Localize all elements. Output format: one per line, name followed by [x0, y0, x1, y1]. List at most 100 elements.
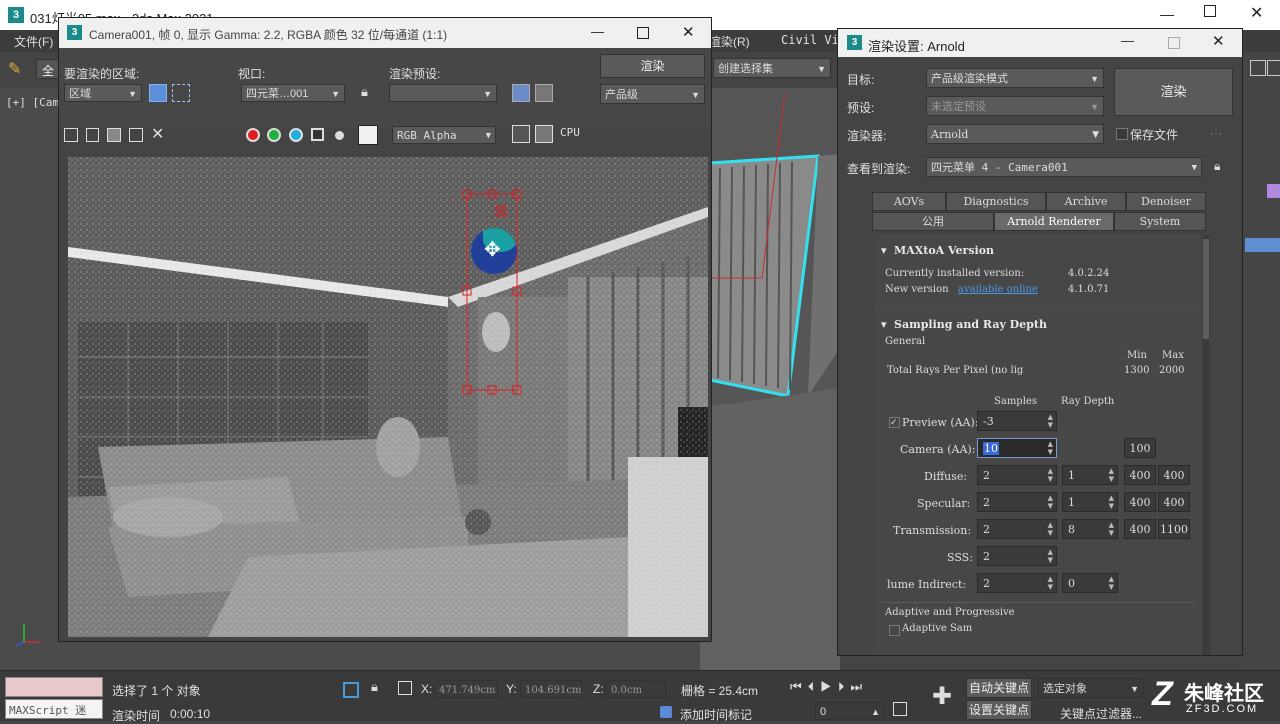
- add-time-tag[interactable]: 添加时间标记: [680, 706, 752, 723]
- edit-region-icon[interactable]: [149, 84, 167, 102]
- environment-icon[interactable]: [535, 84, 553, 102]
- panel-icon-modify[interactable]: [1267, 60, 1280, 76]
- alpha-channel-icon[interactable]: [311, 128, 324, 141]
- tab-aovs[interactable]: AOVs: [872, 192, 946, 211]
- preview-aa-samples[interactable]: -3 ▲ ▼: [977, 411, 1057, 431]
- lock-viewport-icon[interactable]: 🔒︎: [361, 84, 368, 100]
- display-channel-dropdown[interactable]: RGB Alpha ▼: [392, 126, 496, 144]
- diffuse-ray-depth[interactable]: 1 ▲ ▼: [1062, 465, 1118, 485]
- tab-system[interactable]: System: [1114, 212, 1206, 231]
- viewport-label[interactable]: [+] [Came: [6, 96, 66, 109]
- region-move-handle-icon[interactable]: ✥: [471, 228, 517, 274]
- minimize-icon[interactable]: —: [1160, 6, 1174, 22]
- view-to-render-dropdown[interactable]: 四元菜单 4 - Camera001 ▼: [926, 157, 1202, 177]
- menu-file[interactable]: 文件(F): [14, 33, 53, 50]
- frame-minimize-icon[interactable]: —: [591, 24, 604, 39]
- maxtoa-rollout-toggle[interactable]: ▾: [881, 244, 887, 257]
- available-online-link[interactable]: available online: [958, 284, 1038, 295]
- clone-frame-icon[interactable]: [107, 128, 121, 142]
- tab-denoiser[interactable]: Denoiser: [1126, 192, 1206, 211]
- frame-maximize-icon[interactable]: [637, 27, 649, 39]
- transmission-samples[interactable]: 2 ▲ ▼: [977, 519, 1057, 539]
- target-dropdown[interactable]: 产品级渲染模式 ▼: [926, 68, 1104, 88]
- tab-diagnostics[interactable]: Diagnostics: [946, 192, 1046, 211]
- frame-close-icon[interactable]: ✕: [682, 23, 695, 41]
- render-button[interactable]: 渲染: [1114, 68, 1233, 116]
- x-coord-field[interactable]: 471.749cm: [434, 680, 498, 698]
- maximize-icon[interactable]: [1204, 5, 1216, 17]
- panel-color-swatch[interactable]: [1267, 184, 1280, 198]
- tab-common[interactable]: 公用: [872, 212, 994, 231]
- menu-render[interactable]: 渲染(R): [709, 33, 750, 50]
- monochrome-icon[interactable]: [335, 131, 344, 140]
- toggle-overlay-icon[interactable]: [535, 125, 553, 143]
- close-icon[interactable]: ✕: [1250, 3, 1263, 23]
- sampling-rollout-header[interactable]: Sampling and Ray Depth: [894, 318, 1047, 331]
- auto-key-button[interactable]: 自动关键点: [966, 678, 1032, 698]
- auto-region-icon[interactable]: [172, 84, 190, 102]
- toggle-ui-icon[interactable]: [512, 125, 530, 143]
- specular-samples[interactable]: 2 ▲ ▼: [977, 492, 1057, 512]
- diffuse-samples[interactable]: 2 ▲ ▼: [977, 465, 1057, 485]
- specular-ray-depth[interactable]: 1 ▲ ▼: [1062, 492, 1118, 512]
- volume-indirect-samples[interactable]: 2 ▲ ▼: [977, 573, 1057, 593]
- filter-dropdown[interactable]: 全: [36, 59, 60, 79]
- rendered-image[interactable]: ✥: [68, 157, 708, 637]
- settings-scrollbar[interactable]: [1202, 235, 1210, 655]
- viewport-select-dropdown[interactable]: 四元菜…001 ▼: [241, 84, 345, 102]
- rs-minimize-icon[interactable]: —: [1121, 33, 1134, 48]
- set-key-button[interactable]: 设置关键点: [966, 700, 1032, 720]
- renderer-dropdown[interactable]: Arnold ▼: [926, 124, 1104, 144]
- selection-lock-icon[interactable]: 🔒︎: [371, 679, 378, 695]
- red-channel-icon[interactable]: [246, 128, 260, 142]
- view-lock-icon[interactable]: 🔒︎: [1214, 159, 1220, 174]
- sampling-rollout-toggle[interactable]: ▾: [881, 318, 887, 331]
- selection-set-dropdown[interactable]: 创建选择集 ▼: [713, 58, 831, 78]
- blue-channel-icon[interactable]: [289, 128, 303, 142]
- adaptive-sampling-checkbox[interactable]: [889, 625, 900, 636]
- maxscript-mini-input[interactable]: MAXScript 迷: [5, 699, 103, 719]
- copy-image-icon[interactable]: [86, 128, 99, 142]
- isolate-selection-icon[interactable]: [343, 682, 359, 698]
- menu-civil-view[interactable]: Civil Vi: [781, 33, 839, 47]
- area-to-render-dropdown[interactable]: 区域 ▼: [64, 84, 142, 102]
- more-dots[interactable]: ···: [1210, 126, 1222, 140]
- time-config-icon[interactable]: ✚: [926, 681, 958, 713]
- go-to-end-icon[interactable]: ⏭: [850, 679, 868, 694]
- tab-archive[interactable]: Archive: [1046, 192, 1126, 211]
- render-setup-icon[interactable]: [512, 84, 530, 102]
- clear-image-icon[interactable]: ✕: [151, 124, 164, 144]
- camera-aa-samples[interactable]: 10 ▲ ▼: [977, 438, 1057, 458]
- transmission-ray-depth[interactable]: 8 ▲ ▼: [1062, 519, 1118, 539]
- render-preset-dropdown[interactable]: ▼: [389, 84, 497, 102]
- go-to-start-icon[interactable]: ⏮: [790, 679, 808, 694]
- preview-aa-checkbox[interactable]: ✓: [889, 417, 900, 428]
- background-color-swatch[interactable]: [358, 125, 378, 145]
- panel-icon-create[interactable]: [1250, 60, 1266, 76]
- render-quality-dropdown[interactable]: 产品级 ▼: [600, 84, 705, 104]
- key-filter-button[interactable]: 关键点过滤器...: [1060, 705, 1142, 722]
- next-frame-icon[interactable]: ⏵: [838, 679, 851, 694]
- key-mode-icon[interactable]: [893, 702, 907, 716]
- volume-indirect-ray-depth[interactable]: 0 ▲ ▼: [1062, 573, 1118, 593]
- selected-object-dropdown[interactable]: 选定对象 ▼: [1038, 678, 1144, 698]
- frame-render-button[interactable]: 渲染: [600, 54, 705, 78]
- green-channel-icon[interactable]: [267, 128, 281, 142]
- settings-scroll-panel[interactable]: ▾ MAXtoA Version Currently installed ver…: [874, 235, 1202, 655]
- tab-arnold-renderer[interactable]: Arnold Renderer: [994, 212, 1114, 231]
- rs-close-icon[interactable]: ✕: [1212, 32, 1225, 50]
- save-file-checkbox[interactable]: [1116, 128, 1128, 140]
- current-frame-field[interactable]: 0 ▲: [815, 702, 885, 720]
- play-icon[interactable]: ▶: [820, 679, 838, 694]
- snap-icon[interactable]: ✎: [8, 59, 26, 79]
- sss-samples[interactable]: 2 ▲ ▼: [977, 546, 1057, 566]
- rs-maximize-icon[interactable]: [1168, 37, 1180, 49]
- maxscript-listener[interactable]: [5, 677, 103, 697]
- preset-dropdown[interactable]: 未选定预设 ▼: [926, 96, 1104, 116]
- print-image-icon[interactable]: [129, 128, 143, 142]
- prev-frame-icon[interactable]: ⏴: [808, 679, 821, 694]
- y-coord-field[interactable]: 104.691cm: [520, 680, 582, 698]
- z-coord-field[interactable]: 0.0cm: [606, 680, 666, 698]
- save-image-icon[interactable]: [64, 128, 78, 142]
- absolute-mode-icon[interactable]: [398, 681, 412, 695]
